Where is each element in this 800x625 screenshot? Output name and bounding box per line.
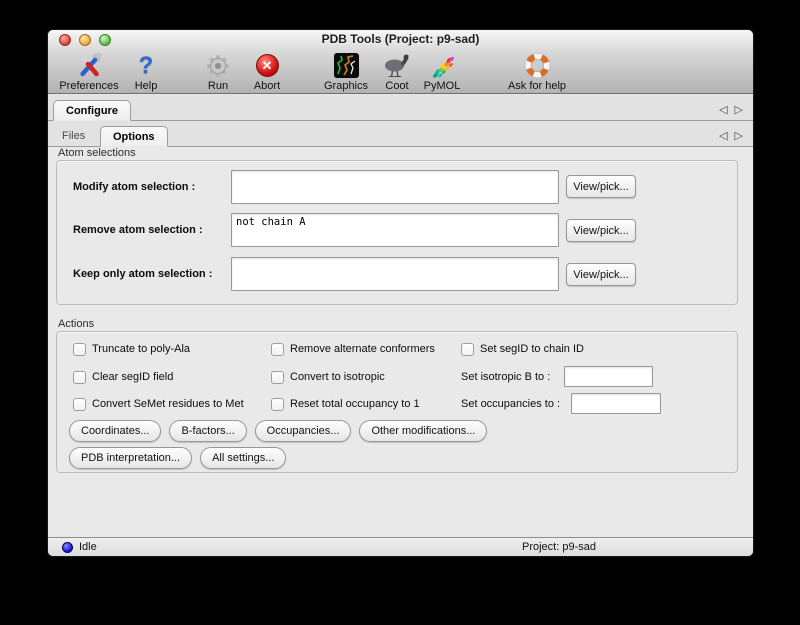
lifesaver-icon [523,51,552,80]
checkbox-icon [73,398,86,411]
checkbox-reset-total-occupancy[interactable]: Reset total occupancy to 1 [271,396,420,412]
toolbar-button-pymol[interactable]: PyMOL [420,49,464,92]
all-settings-button[interactable]: All settings... [200,447,286,469]
set-occupancies-input[interactable] [571,393,661,414]
occupancies-button[interactable]: Occupancies... [255,420,352,442]
keep-only-atom-selection-input[interactable] [231,257,559,291]
set-isotropic-b-input[interactable] [564,366,653,387]
checkbox-convert-semet-to-met[interactable]: Convert SeMet residues to Met [73,396,244,412]
status-text: Idle [79,541,97,553]
tab-scroll-arrows: ◁ ▷ [719,129,743,142]
abort-x-icon: ✕ [256,51,279,80]
toolbar-label: Preferences [59,80,118,92]
status-bar: Idle Project: p9-sad [48,537,753,556]
checkbox-set-segid-to-chain-id[interactable]: Set segID to chain ID [461,341,584,357]
atom-selections-group: Modify atom selection : View/pick... Rem… [56,160,738,305]
pdb-interpretation-button[interactable]: PDB interpretation... [69,447,192,469]
toolbar: Preferences ? Help [48,49,753,94]
toolbar-button-abort[interactable]: ✕ Abort [244,49,290,92]
checkbox-clear-segid-field[interactable]: Clear segID field [73,369,173,385]
checkbox-truncate-poly-ala[interactable]: Truncate to poly-Ala [73,341,190,357]
primary-tab-bar: Configure ◁ ▷ [48,95,753,121]
toolbar-label: Abort [254,80,280,92]
secondary-tab-bar: Files Options ◁ ▷ [48,121,753,147]
coot-bird-icon [382,51,412,80]
pymol-ribbon-icon [428,51,456,80]
toolbar-label: Coot [385,80,408,92]
b-factors-button[interactable]: B-factors... [169,420,246,442]
view-pick-button[interactable]: View/pick... [566,263,636,286]
app-window: PDB Tools (Project: p9-sad) Preferences [47,29,754,557]
toolbar-label: Ask for help [508,80,566,92]
tab-scroll-right-icon[interactable]: ▷ [735,103,743,116]
tab-scroll-arrows: ◁ ▷ [719,103,743,116]
toolbar-button-run[interactable]: Run [198,49,238,92]
tools-icon [76,51,103,80]
keep-only-atom-selection-label: Keep only atom selection : [73,257,212,291]
checkbox-icon [73,343,86,356]
tab-scroll-right-icon[interactable]: ▷ [735,129,743,142]
checkbox-remove-alternate-conformers[interactable]: Remove alternate conformers [271,341,435,357]
checkbox-icon [73,371,86,384]
toolbar-label: Help [135,80,158,92]
toolbar-button-coot[interactable]: Coot [378,49,416,92]
checkbox-icon [271,343,284,356]
gear-icon [205,51,231,80]
toolbar-label: Run [208,80,228,92]
set-isotropic-b-label: Set isotropic B to : [461,371,550,383]
project-label: Project: p9-sad [522,541,596,553]
actions-button-row-1: Coordinates... B-factors... Occupancies.… [69,420,487,442]
actions-group-label: Actions [58,318,94,330]
atom-selections-group-label: Atom selections [58,147,136,159]
tab-files[interactable]: Files [62,130,85,142]
titlebar: PDB Tools (Project: p9-sad) [48,30,753,49]
question-mark-icon: ? [139,51,154,80]
checkbox-icon [461,343,474,356]
molecule-graphics-icon [334,51,359,80]
tab-options[interactable]: Options [100,126,168,147]
remove-atom-selection-input[interactable]: not chain A [231,213,559,247]
tab-scroll-left-icon[interactable]: ◁ [719,129,727,142]
toolbar-button-ask-for-help[interactable]: Ask for help [502,49,572,92]
toolbar-button-preferences[interactable]: Preferences [56,49,122,92]
modify-atom-selection-label: Modify atom selection : [73,170,195,204]
window-title: PDB Tools (Project: p9-sad) [48,32,753,46]
checkbox-convert-to-isotropic[interactable]: Convert to isotropic [271,369,385,385]
checkbox-icon [271,371,284,384]
toolbar-button-help[interactable]: ? Help [128,49,164,92]
toolbar-label: Graphics [324,80,368,92]
remove-atom-selection-label: Remove atom selection : [73,213,203,247]
coordinates-button[interactable]: Coordinates... [69,420,161,442]
status-indicator-icon [62,542,73,553]
other-modifications-button[interactable]: Other modifications... [359,420,487,442]
tab-configure[interactable]: Configure [53,100,131,121]
actions-group: Truncate to poly-Ala Remove alternate co… [56,331,738,473]
view-pick-button[interactable]: View/pick... [566,175,636,198]
window-chrome: PDB Tools (Project: p9-sad) Preferences [48,30,753,94]
view-pick-button[interactable]: View/pick... [566,219,636,242]
toolbar-label: PyMOL [424,80,461,92]
tab-scroll-left-icon[interactable]: ◁ [719,103,727,116]
checkbox-icon [271,398,284,411]
set-occupancies-label: Set occupancies to : [461,398,560,410]
actions-button-row-2: PDB interpretation... All settings... [69,447,286,469]
toolbar-button-graphics[interactable]: Graphics [320,49,372,92]
modify-atom-selection-input[interactable] [231,170,559,204]
